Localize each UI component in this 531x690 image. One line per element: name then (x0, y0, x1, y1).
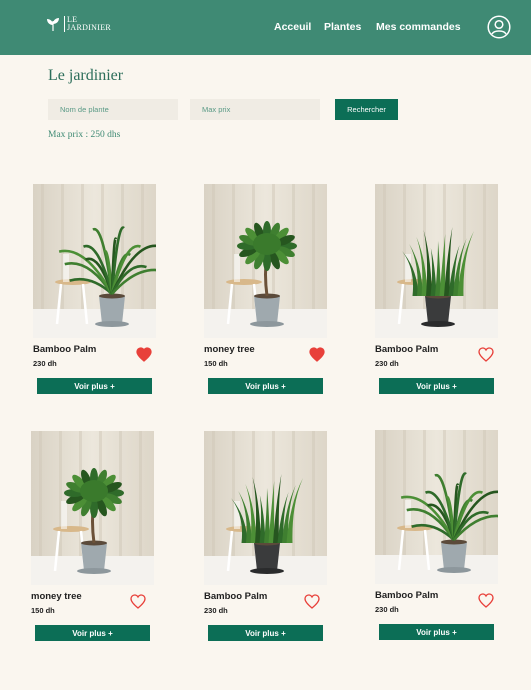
nav-link-orders[interactable]: Mes commandes (376, 21, 461, 33)
product-photo (375, 430, 498, 584)
leaf-logo-icon (47, 18, 59, 32)
view-more-button[interactable]: Voir plus + (379, 624, 494, 640)
product-name[interactable]: money tree (204, 344, 255, 355)
favorite-heart-icon[interactable] (478, 347, 494, 362)
product-photo (33, 184, 156, 338)
product-name[interactable]: money tree (31, 591, 82, 602)
product-price: 230 dh (33, 359, 57, 368)
product-card: Bamboo Palm 230 dh Voir plus + (375, 184, 500, 414)
product-name[interactable]: Bamboo Palm (204, 591, 267, 602)
view-more-button[interactable]: Voir plus + (379, 378, 494, 394)
plant-name-input[interactable] (48, 99, 178, 120)
product-card: Bamboo Palm 230 dh Voir plus + (375, 430, 500, 660)
product-card: money tree 150 dh Voir plus + (204, 184, 329, 414)
favorite-heart-icon[interactable] (304, 594, 320, 609)
brand-logo[interactable]: LE JARDINIER (45, 16, 111, 32)
brand-name: LE JARDINIER (64, 16, 111, 32)
user-profile-icon[interactable] (487, 15, 511, 39)
product-name[interactable]: Bamboo Palm (33, 344, 96, 355)
nav-link-plants[interactable]: Plantes (324, 21, 361, 33)
favorite-heart-icon[interactable] (478, 593, 494, 608)
favorite-heart-icon[interactable] (130, 594, 146, 609)
view-more-button[interactable]: Voir plus + (208, 625, 323, 641)
product-photo (204, 431, 327, 585)
product-price: 150 dh (204, 359, 228, 368)
page-title: Le jardinier (48, 67, 124, 84)
product-name[interactable]: Bamboo Palm (375, 590, 438, 601)
product-photo (375, 184, 498, 338)
max-price-label: Max prix : 250 dhs (48, 130, 121, 140)
brand-line2: JARDINIER (67, 23, 112, 32)
view-more-button[interactable]: Voir plus + (37, 378, 152, 394)
product-price: 230 dh (375, 605, 399, 614)
view-more-button[interactable]: Voir plus + (208, 378, 323, 394)
product-photo (204, 184, 327, 338)
favorite-heart-icon[interactable] (309, 347, 325, 362)
top-header: LE JARDINIER Acceuil Plantes Mes command… (0, 0, 531, 55)
search-button[interactable]: Rechercher (335, 99, 398, 120)
view-more-button[interactable]: Voir plus + (35, 625, 150, 641)
product-card: Bamboo Palm 230 dh Voir plus + (204, 431, 329, 661)
product-price: 150 dh (31, 606, 55, 615)
favorite-heart-icon[interactable] (136, 347, 152, 362)
product-card: Bamboo Palm 230 dh Voir plus + (33, 184, 158, 414)
max-price-input[interactable] (190, 99, 320, 120)
product-card: money tree 150 dh Voir plus + (31, 431, 156, 661)
product-photo (31, 431, 154, 585)
product-price: 230 dh (375, 359, 399, 368)
nav-link-home[interactable]: Acceuil (274, 21, 311, 33)
product-price: 230 dh (204, 606, 228, 615)
product-name[interactable]: Bamboo Palm (375, 344, 438, 355)
